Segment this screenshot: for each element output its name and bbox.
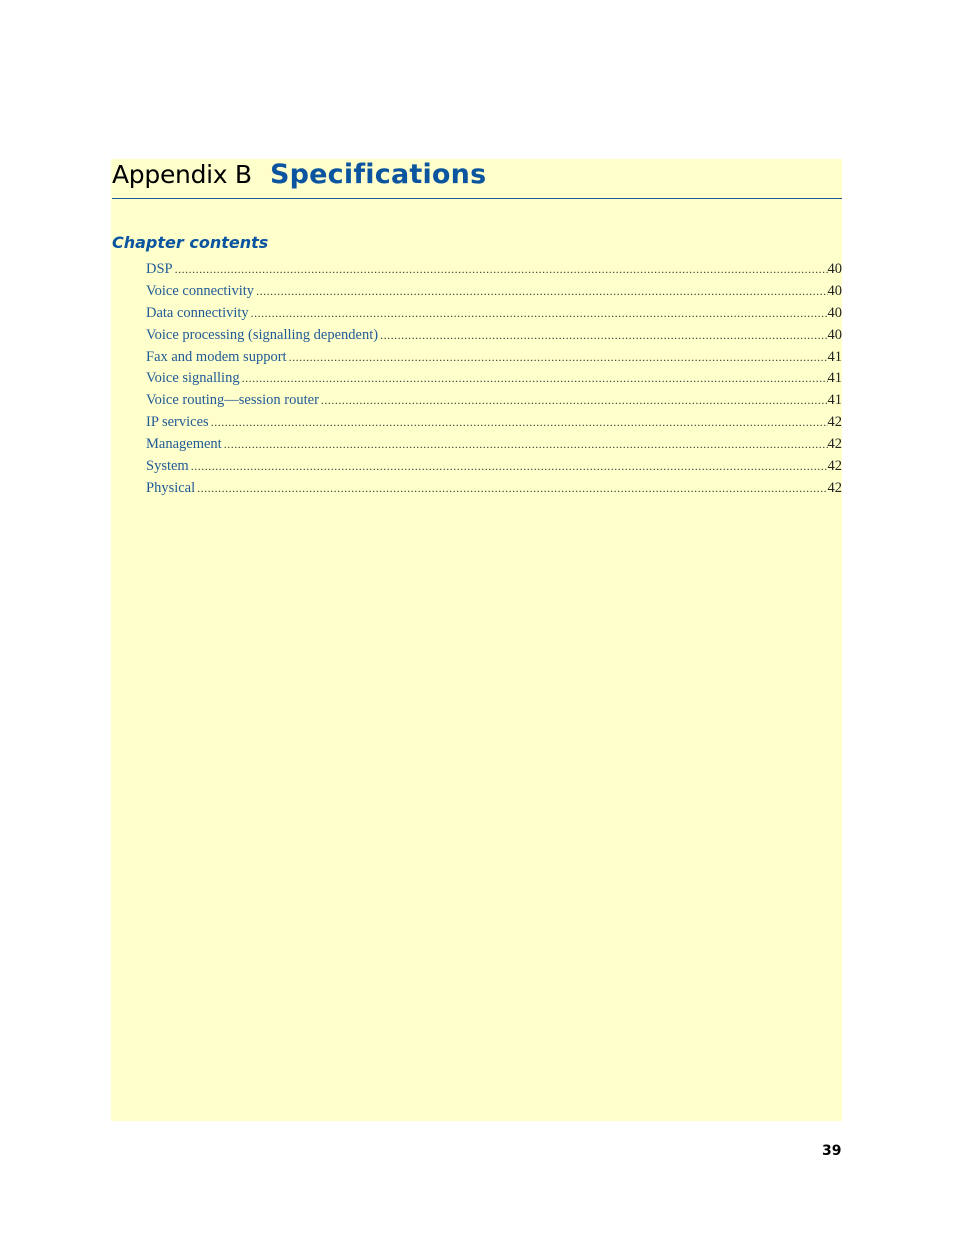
toc-entry-page[interactable]: 40 bbox=[828, 325, 843, 347]
toc-entry-page[interactable]: 40 bbox=[828, 259, 843, 281]
toc-leader-dots bbox=[197, 478, 827, 500]
chapter-contents-heading: Chapter contents bbox=[112, 233, 269, 252]
toc-entry[interactable]: Physical 42 bbox=[146, 478, 842, 500]
toc-leader-dots bbox=[321, 390, 828, 412]
toc-entry[interactable]: Voice connectivity 40 bbox=[146, 281, 842, 303]
toc-entry[interactable]: DSP 40 bbox=[146, 259, 842, 281]
toc-entry-page[interactable]: 40 bbox=[828, 303, 843, 325]
appendix-title: Specifications bbox=[270, 159, 487, 190]
toc-entry-page[interactable]: 42 bbox=[828, 434, 843, 456]
toc-entry[interactable]: IP services 42 bbox=[146, 412, 842, 434]
toc-entry-page[interactable]: 40 bbox=[828, 281, 843, 303]
toc-leader-dots bbox=[251, 303, 828, 325]
toc-entry[interactable]: Fax and modem support 41 bbox=[146, 347, 842, 369]
toc-entry[interactable]: Voice routing—session router 41 bbox=[146, 390, 842, 412]
toc-entry[interactable]: Voice processing (signalling dependent) … bbox=[146, 325, 842, 347]
page-title: Appendix B Specifications bbox=[112, 159, 842, 199]
toc-entry-label[interactable]: Physical bbox=[146, 478, 197, 500]
toc-leader-dots bbox=[191, 456, 828, 478]
toc-entry-page[interactable]: 42 bbox=[828, 478, 843, 500]
table-of-contents: DSP 40 Voice connectivity 40 Data connec… bbox=[146, 259, 842, 500]
toc-entry-label[interactable]: Voice routing—session router bbox=[146, 390, 321, 412]
toc-entry-page[interactable]: 42 bbox=[828, 456, 843, 478]
toc-entry-page[interactable]: 41 bbox=[828, 390, 843, 412]
toc-entry-label[interactable]: System bbox=[146, 456, 191, 478]
toc-entry-page[interactable]: 41 bbox=[828, 368, 843, 390]
toc-entry-label[interactable]: IP services bbox=[146, 412, 211, 434]
toc-entry-label[interactable]: Management bbox=[146, 434, 224, 456]
toc-entry-label[interactable]: Data connectivity bbox=[146, 303, 251, 325]
appendix-label: Appendix B bbox=[112, 160, 252, 189]
toc-leader-dots bbox=[175, 259, 828, 281]
page-number: 39 bbox=[822, 1143, 842, 1159]
toc-entry[interactable]: Voice signalling 41 bbox=[146, 368, 842, 390]
toc-entry-label[interactable]: Voice signalling bbox=[146, 368, 242, 390]
toc-entry-label[interactable]: DSP bbox=[146, 259, 175, 281]
toc-entry[interactable]: Management 42 bbox=[146, 434, 842, 456]
toc-entry-label[interactable]: Voice processing (signalling dependent) bbox=[146, 325, 380, 347]
toc-leader-dots bbox=[380, 325, 827, 347]
toc-entry-label[interactable]: Voice connectivity bbox=[146, 281, 256, 303]
toc-leader-dots bbox=[256, 281, 827, 303]
toc-leader-dots bbox=[211, 412, 828, 434]
toc-entry-page[interactable]: 42 bbox=[828, 412, 843, 434]
toc-entry[interactable]: Data connectivity 40 bbox=[146, 303, 842, 325]
toc-entry-page[interactable]: 41 bbox=[828, 347, 843, 369]
toc-leader-dots bbox=[224, 434, 828, 456]
toc-entry[interactable]: System 42 bbox=[146, 456, 842, 478]
toc-leader-dots bbox=[242, 368, 828, 390]
toc-leader-dots bbox=[289, 347, 828, 369]
toc-entry-label[interactable]: Fax and modem support bbox=[146, 347, 289, 369]
